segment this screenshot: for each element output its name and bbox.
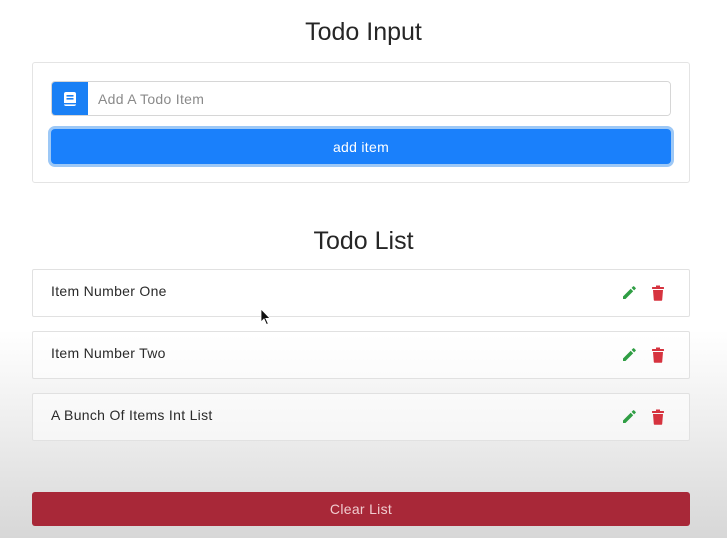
todo-input[interactable] <box>88 82 670 115</box>
pencil-icon[interactable] <box>620 284 638 302</box>
list-item: Item Number Two <box>32 331 690 379</box>
list-item-label: Item Number One <box>51 283 167 299</box>
todo-list-heading: Todo List <box>313 227 414 255</box>
pencil-icon[interactable] <box>620 408 638 426</box>
list-item: A Bunch Of Items Int List <box>32 393 690 441</box>
trash-icon[interactable] <box>649 346 667 364</box>
todo-input-heading: Todo Input <box>305 18 422 46</box>
list-item-label: Item Number Two <box>51 345 166 361</box>
list-item: Item Number One <box>32 269 690 317</box>
trash-icon[interactable] <box>649 284 667 302</box>
pencil-icon[interactable] <box>620 346 638 364</box>
clear-list-button[interactable]: Clear List <box>32 492 690 526</box>
todo-input-group <box>51 81 671 116</box>
add-item-button[interactable]: add item <box>51 129 671 164</box>
trash-icon[interactable] <box>649 408 667 426</box>
book-icon <box>52 82 88 115</box>
mouse-cursor-icon <box>260 308 271 326</box>
list-item-label: A Bunch Of Items Int List <box>51 407 213 423</box>
todo-input-card: add item <box>32 62 690 183</box>
